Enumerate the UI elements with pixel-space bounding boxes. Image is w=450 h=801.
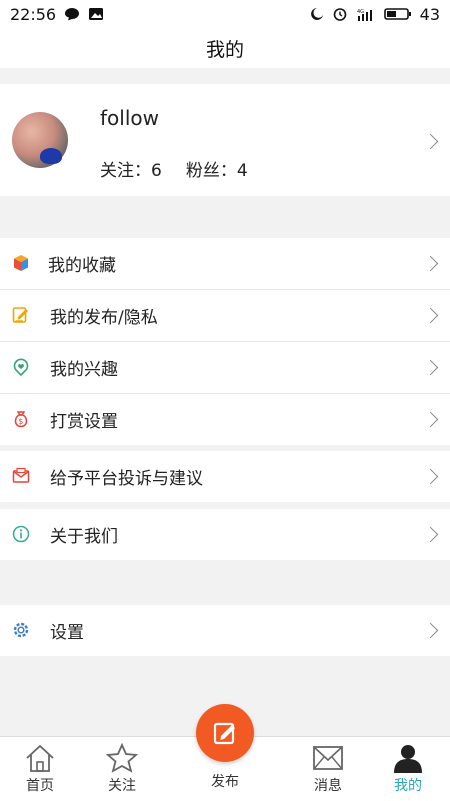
username: follow xyxy=(100,106,159,130)
chevron-right-icon xyxy=(422,622,439,639)
menu-label: 我的收藏 xyxy=(48,256,116,276)
chevron-right-icon xyxy=(422,411,439,428)
chevron-right-icon xyxy=(422,526,439,543)
profile-stats: 关注：6 粉丝：4 xyxy=(100,156,248,181)
menu-group-feedback: 给予平台投诉与建议 xyxy=(0,451,450,502)
nav-item-follow[interactable]: 关注 xyxy=(82,737,162,801)
battery-level: 43 xyxy=(419,4,440,24)
publish-button[interactable] xyxy=(196,704,254,762)
title-bar: 我的 xyxy=(0,28,450,68)
compose-icon xyxy=(213,722,235,745)
nav-label: 首页 xyxy=(26,778,54,794)
menu-item-settings[interactable]: 设置 xyxy=(0,605,450,656)
money-bag-icon: $ xyxy=(14,411,28,428)
heart-location-icon xyxy=(13,358,29,376)
chevron-right-icon xyxy=(422,359,439,376)
nav-label: 关注 xyxy=(108,778,136,794)
nav-label: 发布 xyxy=(211,774,239,790)
info-icon xyxy=(12,525,30,543)
edit-note-icon xyxy=(12,307,28,323)
menu-label: 关于我们 xyxy=(50,527,118,547)
gear-icon xyxy=(13,622,29,638)
menu-label: 我的兴趣 xyxy=(50,360,118,380)
nav-item-home[interactable]: 首页 xyxy=(0,737,80,801)
nav-item-messages[interactable]: 消息 xyxy=(288,737,368,801)
status-time: 22:56 xyxy=(10,4,57,24)
page-title: 我的 xyxy=(205,38,244,61)
menu-group-about: 关于我们 xyxy=(0,509,450,560)
menu-item-feedback[interactable]: 给予平台投诉与建议 xyxy=(0,451,450,502)
following-count[interactable]: 关注：6 xyxy=(100,156,162,181)
mail-icon xyxy=(12,467,30,483)
alarm-icon xyxy=(333,8,346,21)
nav-item-mine[interactable]: 我的 xyxy=(368,737,448,801)
battery-icon xyxy=(383,8,411,20)
menu-label: 设置 xyxy=(50,623,84,643)
chevron-right-icon xyxy=(422,255,439,272)
menu-item-about-us[interactable]: 关于我们 xyxy=(0,509,450,560)
chevron-right-icon xyxy=(422,307,439,324)
svg-text:$: $ xyxy=(18,417,23,426)
menu-item-interests[interactable]: 我的兴趣 xyxy=(0,342,450,394)
user-icon xyxy=(394,745,422,773)
cube-icon xyxy=(14,255,28,271)
signal-icon: 4G xyxy=(357,9,372,21)
avatar[interactable] xyxy=(12,112,68,168)
fans-count[interactable]: 粉丝：4 xyxy=(186,156,248,181)
menu-group-settings: 设置 xyxy=(0,605,450,656)
message-icon xyxy=(65,8,80,21)
menu-label: 给予平台投诉与建议 xyxy=(50,469,203,489)
menu-item-favorites[interactable]: 我的收藏 xyxy=(0,238,450,290)
menu-label: 我的发布/隐私 xyxy=(50,308,158,328)
moon-icon xyxy=(310,8,323,20)
status-left: 22:56 xyxy=(10,5,104,24)
envelope-icon xyxy=(313,746,343,770)
status-right: 4G 43 xyxy=(308,5,440,24)
menu-item-tip-settings[interactable]: $ 打赏设置 xyxy=(0,394,450,445)
nav-label-active: 我的 xyxy=(394,778,422,794)
home-icon xyxy=(26,744,54,772)
chevron-right-icon xyxy=(422,468,439,485)
menu-label: 打赏设置 xyxy=(50,412,118,432)
image-icon xyxy=(89,8,104,20)
star-icon xyxy=(105,743,139,773)
menu-item-my-posts[interactable]: 我的发布/隐私 xyxy=(0,290,450,342)
nav-label: 消息 xyxy=(314,778,342,794)
menu-group-main: 我的收藏 我的发布/隐私 我的兴趣 $ 打赏设置 xyxy=(0,238,450,445)
status-bar: 22:56 4G 43 xyxy=(0,0,450,28)
